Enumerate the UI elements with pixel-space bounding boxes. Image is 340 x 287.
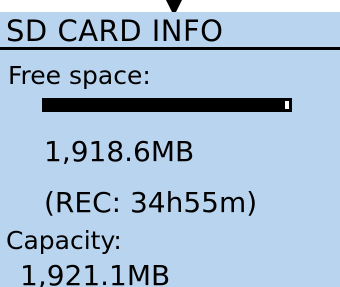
free-space-meter-fill <box>43 99 288 111</box>
title-bar: SD CARD INFO <box>0 12 340 50</box>
sd-card-info-screen: SD CARD INFO Free space: 1,918.6MB (REC:… <box>0 12 340 287</box>
rec-time-value: (REC: 34h55m) <box>44 186 258 219</box>
page-title: SD CARD INFO <box>6 14 224 48</box>
free-space-meter <box>42 98 292 112</box>
free-space-meter-remainder <box>285 101 289 109</box>
free-space-value: 1,918.6MB <box>44 135 195 168</box>
capacity-label: Capacity: <box>6 226 122 255</box>
capacity-value: 1,921.1MB <box>20 259 171 287</box>
free-space-label: Free space: <box>8 61 151 90</box>
